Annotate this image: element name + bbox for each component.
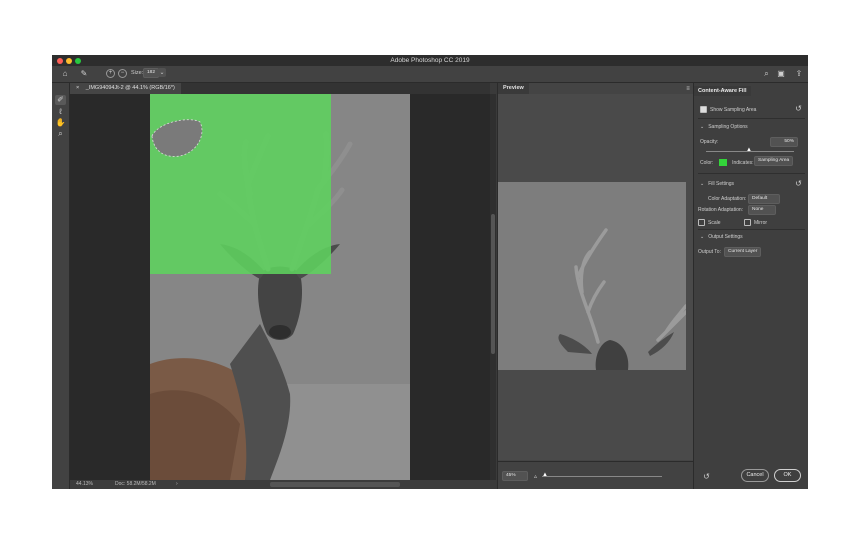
chevron-down-icon: ⌄: [700, 124, 705, 130]
preview-footer: 45% ▵ ▲: [498, 461, 693, 489]
status-arrow-icon[interactable]: ›: [176, 480, 178, 489]
share-icon[interactable]: ⇪: [794, 69, 804, 79]
divider: [698, 229, 805, 230]
tools-panel: ✐ ℓ ✋ ⌕: [52, 83, 70, 489]
photoshop-window: Adobe Photoshop CC 2019 ⌂ ✎ + − Size: 18…: [52, 55, 808, 489]
preview-panel: Preview ≡ 45% ▵ ▲: [497, 83, 693, 489]
output-to-select[interactable]: Current Layer: [724, 247, 762, 257]
deer-image: [150, 94, 410, 480]
cancel-button[interactable]: Cancel: [741, 469, 769, 482]
scroll-thumb[interactable]: [491, 214, 495, 354]
opacity-input[interactable]: 50%: [770, 137, 798, 147]
preview-image: [498, 182, 686, 370]
sampling-options-label: Sampling Options: [708, 124, 748, 130]
show-sampling-area-row: Show Sampling Area: [700, 106, 756, 113]
indicates-select[interactable]: Sampling Area: [754, 156, 794, 166]
divider: [698, 118, 805, 119]
close-document-icon[interactable]: ×: [76, 85, 79, 91]
color-adaptation-select[interactable]: Default: [748, 194, 780, 204]
lasso-tool-icon[interactable]: ℓ: [55, 107, 66, 117]
document-tab[interactable]: × _IMG94094Jt-2 @ 44.1% (RGB/16*): [70, 83, 181, 94]
deer-photo: [150, 94, 410, 480]
chevron-down-icon: ⌄: [700, 234, 705, 240]
zoom-out-icon[interactable]: ▵: [534, 473, 537, 480]
content-aware-fill-panel: Content-Aware Fill Show Sampling Area ↺ …: [693, 83, 808, 489]
show-sampling-area-checkbox[interactable]: [700, 106, 707, 113]
zoom-tool-icon[interactable]: ⌕: [55, 129, 66, 139]
scale-checkbox[interactable]: [698, 219, 705, 226]
canvas-vertical-scrollbar[interactable]: [490, 94, 496, 480]
reset-all-icon[interactable]: ↺: [702, 472, 711, 482]
reset-sampling-icon[interactable]: ↺: [794, 104, 803, 114]
mirror-label: Mirror: [754, 219, 768, 226]
size-input[interactable]: 182: [143, 68, 160, 78]
preview-zoom-slider[interactable]: [542, 476, 662, 477]
reset-fill-icon[interactable]: ↺: [794, 179, 803, 189]
sampling-options-header[interactable]: ⌄ Sampling Options: [700, 124, 748, 130]
size-label: Size:: [131, 70, 144, 76]
preview-area: [498, 94, 693, 460]
home-icon[interactable]: ⌂: [60, 69, 70, 79]
title-bar: Adobe Photoshop CC 2019: [52, 55, 808, 66]
subtract-from-sample-icon[interactable]: −: [118, 69, 127, 78]
scale-row: Scale: [698, 219, 721, 226]
fill-settings-label: Fill Settings: [708, 181, 735, 187]
color-indicates-row: Color: Indicates:: [700, 159, 754, 166]
panel-menu-icon[interactable]: ≡: [684, 84, 692, 94]
divider: [698, 173, 805, 174]
ok-button[interactable]: OK: [774, 469, 801, 482]
spot-healing-brush-icon[interactable]: ✐: [55, 95, 66, 105]
window-title: Adobe Photoshop CC 2019: [390, 57, 470, 64]
tool-preset-icon[interactable]: ✎: [78, 69, 90, 79]
preview-zoom-input[interactable]: 45%: [502, 471, 528, 481]
color-swatch[interactable]: [718, 159, 727, 166]
mirror-row: Mirror: [744, 219, 767, 226]
scale-label: Scale: [708, 219, 721, 226]
output-settings-label: Output Settings: [708, 234, 743, 240]
options-bar: ⌂ ✎ + − Size: 182 ⌄ ⌕ ▣ ⇪: [52, 66, 808, 83]
mirror-checkbox[interactable]: [744, 219, 751, 226]
workspace-icon[interactable]: ▣: [776, 69, 786, 79]
zoom-level[interactable]: 44.13%: [76, 480, 93, 489]
status-bar: 44.13% Doc: 58.2M/58.2M ›: [70, 480, 490, 489]
show-sampling-area-label: Show Sampling Area: [710, 106, 757, 113]
document-size: Doc: 58.2M/58.2M: [115, 481, 156, 487]
color-label: Color:: [700, 159, 714, 166]
chevron-down-icon: ⌄: [700, 181, 705, 187]
color-adaptation-label: Color Adaptation:: [708, 196, 747, 202]
output-to-label: Output To:: [698, 249, 721, 255]
opacity-row: Opacity: 50%: [700, 137, 800, 147]
preview-tab[interactable]: Preview: [498, 83, 529, 94]
search-icon[interactable]: ⌕: [762, 69, 771, 79]
opacity-label: Opacity:: [700, 139, 719, 145]
document-tab-label: _IMG94094Jt-2 @ 44.1% (RGB/16*): [85, 85, 175, 91]
document-canvas[interactable]: [70, 94, 490, 480]
size-dropdown-icon[interactable]: ⌄: [158, 68, 166, 77]
output-settings-header[interactable]: ⌄ Output Settings: [700, 234, 743, 240]
add-to-sample-icon[interactable]: +: [106, 69, 115, 78]
horizontal-scrollbar[interactable]: [270, 482, 400, 487]
preview-deer-image: [498, 182, 686, 370]
content-aware-fill-tab[interactable]: Content-Aware Fill: [694, 86, 751, 96]
preview-zoom-slider-thumb[interactable]: ▲: [542, 472, 548, 478]
hand-tool-icon[interactable]: ✋: [55, 118, 66, 128]
document-tab-bar: × _IMG94094Jt-2 @ 44.1% (RGB/16*): [70, 83, 490, 94]
fill-settings-header[interactable]: ⌄ Fill Settings: [700, 181, 734, 187]
rotation-adaptation-select[interactable]: None: [748, 205, 776, 215]
opacity-slider-thumb[interactable]: ▲: [746, 147, 752, 153]
indicates-label: Indicates:: [732, 159, 754, 166]
rotation-adaptation-label: Rotation Adaptation:: [698, 207, 744, 213]
